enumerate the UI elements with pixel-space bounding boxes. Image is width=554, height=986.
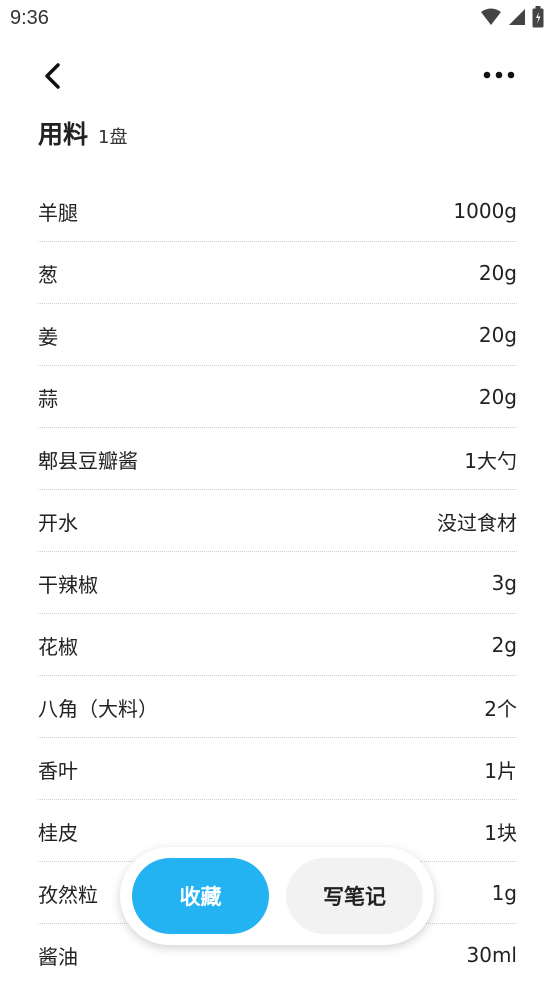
wifi-icon: [480, 8, 502, 30]
ingredient-amount: 3g: [491, 571, 517, 595]
ingredient-name: 香叶: [38, 758, 78, 783]
ingredient-row: 羊腿 1000g: [38, 180, 517, 242]
ingredient-name: 郫县豆瓣酱: [38, 448, 138, 473]
status-time: 9:36: [10, 7, 49, 29]
ingredient-row: 姜 20g: [38, 304, 517, 366]
ingredient-row: 葱 20g: [38, 242, 517, 304]
top-navigation-bar: [0, 50, 554, 100]
page-title: 用料: [38, 120, 89, 149]
ingredient-row: 蒜 20g: [38, 366, 517, 428]
ingredient-name: 桂皮: [38, 820, 78, 845]
ingredient-row: 香叶 1片: [38, 738, 517, 800]
ingredient-name: 花椒: [38, 634, 78, 659]
ingredients-header: 用料 1盘: [38, 115, 127, 151]
ingredient-name: 孜然粒: [38, 882, 98, 907]
ingredient-row: 开水 没过食材: [38, 490, 517, 552]
ingredient-amount: 1000g: [453, 199, 517, 223]
ingredient-row: 郫县豆瓣酱 1大勺: [38, 428, 517, 490]
ingredient-row: 八角（大料） 2个: [38, 676, 517, 738]
ingredient-name: 八角（大料）: [38, 696, 158, 721]
ingredient-name: 干辣椒: [38, 572, 98, 597]
ingredient-amount: 20g: [478, 385, 517, 409]
ingredient-name: 羊腿: [38, 200, 78, 225]
collect-button[interactable]: 收藏: [132, 858, 269, 934]
status-icons: [480, 6, 544, 32]
ingredient-name: 蒜: [38, 386, 58, 411]
ingredient-amount: 20g: [478, 323, 517, 347]
write-note-button[interactable]: 写笔记: [286, 858, 423, 934]
ingredient-row: 花椒 2g: [38, 614, 517, 676]
servings-label: 1盘: [98, 127, 128, 148]
signal-icon: [508, 8, 526, 30]
ingredient-name: 葱: [38, 262, 58, 287]
ingredient-amount: 没过食材: [437, 510, 517, 535]
ingredient-amount: 1片: [484, 758, 517, 783]
ingredient-name: 开水: [38, 510, 78, 535]
ingredient-amount: 2个: [484, 696, 517, 721]
ingredient-amount: 2g: [491, 633, 517, 657]
battery-icon: [532, 6, 544, 32]
ingredient-row: 干辣椒 3g: [38, 552, 517, 614]
ingredient-name: 酱油: [38, 944, 78, 969]
chevron-left-icon: [45, 63, 60, 89]
back-button[interactable]: [38, 60, 70, 92]
floating-action-bar: 收藏 写笔记: [120, 847, 434, 945]
ingredient-name: 姜: [38, 324, 58, 349]
ingredient-amount: 1大勺: [464, 448, 517, 473]
status-bar: 9:36: [0, 0, 554, 38]
ingredient-amount: 30ml: [466, 943, 518, 967]
ingredient-amount: 1g: [491, 881, 517, 905]
more-dots-icon: [483, 71, 515, 79]
ingredient-amount: 20g: [478, 261, 517, 285]
more-options-button[interactable]: [480, 62, 520, 88]
ingredient-amount: 1块: [484, 820, 517, 845]
